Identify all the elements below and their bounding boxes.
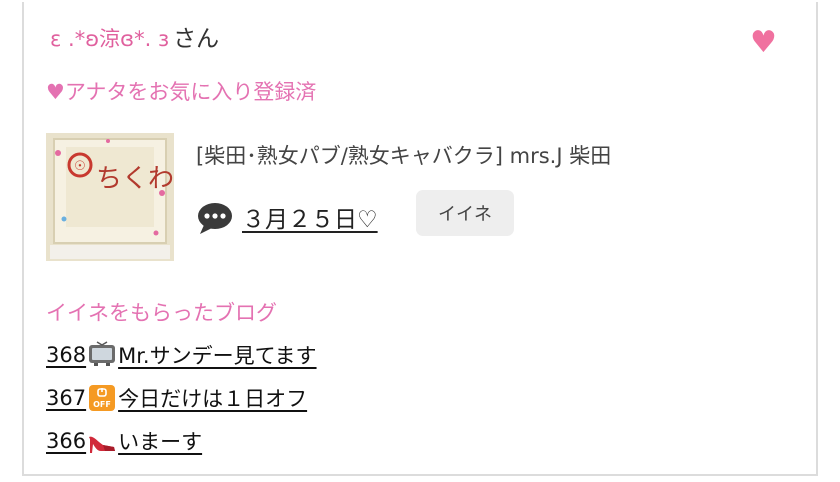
liked-blog-item[interactable]: 366 いまーす — [46, 426, 202, 456]
post-date-link[interactable]: ３月２５日♡ — [242, 200, 378, 234]
liked-blogs-heading: イイネをもらったブログ — [46, 301, 277, 325]
liked-blog-item[interactable]: 368 Mr.サンデー見てます — [46, 340, 317, 370]
shop-name: [柴田･熟女パブ/熟女キャバクラ] mrs.J 柴田 — [196, 144, 612, 168]
like-button[interactable]: イイネ — [416, 190, 514, 236]
blog-number: 368 — [46, 343, 87, 367]
comment-bubble-icon — [196, 201, 234, 235]
liked-blog-item[interactable]: 367 OFF 今日だけは１日オフ — [46, 383, 307, 413]
favorite-heart-icon[interactable]: ♥ — [750, 28, 780, 58]
user-nickname[interactable]: ε .*ʚ涼ɞ*. ɜ — [50, 27, 169, 51]
high-heel-icon — [89, 436, 116, 453]
user-row: ε .*ʚ涼ɞ*. ɜ さん — [50, 22, 219, 56]
tv-icon — [89, 341, 116, 366]
thumbnail-text: ちくわ — [96, 164, 174, 194]
post-thumbnail[interactable]: ☉ ちくわ — [46, 133, 174, 261]
blog-title: Mr.サンデー見てます — [118, 344, 317, 368]
favorite-status: ♥アナタをお気に入り登録済 — [46, 80, 317, 104]
blog-title: いまーす — [118, 430, 203, 454]
user-card: ε .*ʚ涼ɞ*. ɜ さん ♥ ♥アナタをお気に入り登録済 ☉ ちくわ [柴田･… — [22, 2, 818, 476]
off-icon: OFF — [89, 385, 116, 411]
blog-number: 366 — [46, 429, 87, 453]
chikuwa-package-image: ☉ ちくわ — [46, 133, 174, 261]
user-honorific: さん — [173, 26, 220, 52]
blog-title: 今日だけは１日オフ — [118, 387, 308, 411]
svg-text:☉: ☉ — [74, 159, 86, 174]
blog-number: 367 — [46, 386, 87, 410]
svg-text:OFF: OFF — [93, 400, 111, 409]
